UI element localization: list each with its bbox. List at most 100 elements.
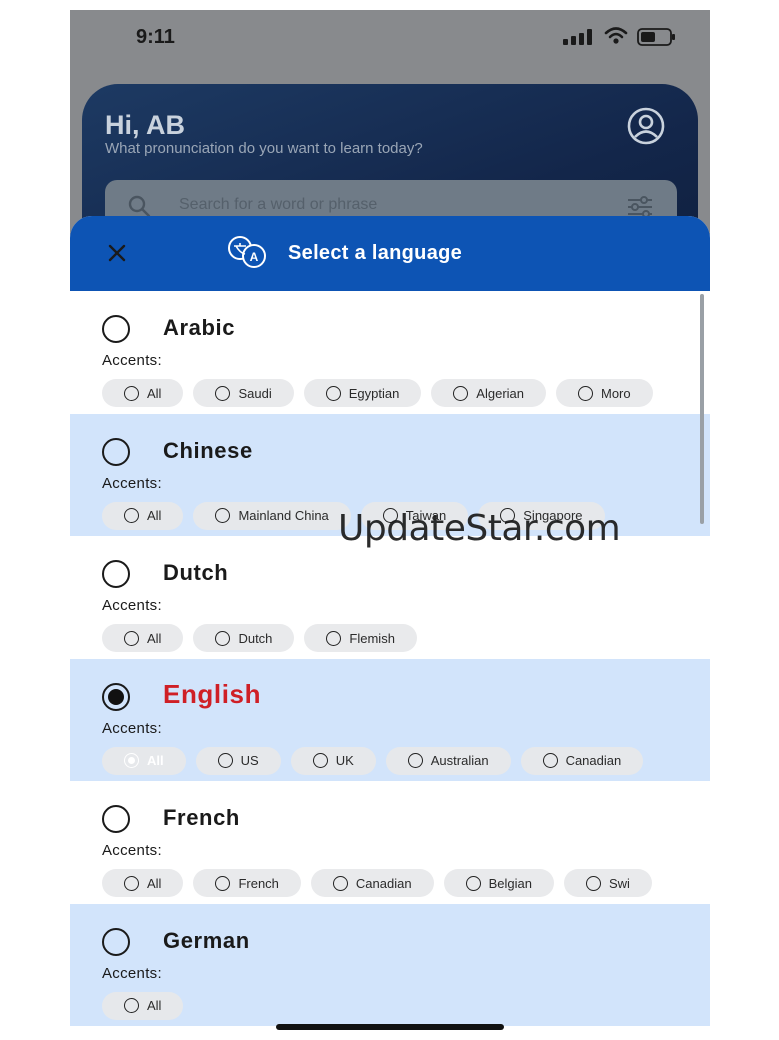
accent-chip-label: Dutch <box>238 630 273 646</box>
accent-radio-icon <box>326 630 342 646</box>
watermark: UpdateStar.com <box>338 508 621 549</box>
accent-chip-label: Algerian <box>476 385 524 401</box>
language-radio[interactable] <box>102 682 130 711</box>
accent-chip-label: All <box>147 385 162 401</box>
accent-chip[interactable]: All <box>102 379 184 407</box>
accent-chip-label: Egyptian <box>348 385 400 401</box>
profile-icon[interactable] <box>626 106 666 146</box>
accent-radio-icon <box>585 875 601 891</box>
accent-chip[interactable]: Swi <box>563 869 652 897</box>
language-list: Arabic Accents: All Saudi Egyptian Algerian Mo… <box>70 291 710 1026</box>
accent-radio-icon <box>453 385 469 401</box>
language-name: Dutch <box>163 560 229 585</box>
language-radio[interactable] <box>102 560 130 588</box>
scrollbar[interactable] <box>700 294 704 524</box>
accents-label: Accents: <box>102 964 162 982</box>
accent-radio-icon <box>325 385 341 401</box>
accent-radio-icon <box>124 630 139 646</box>
accent-radio-icon <box>215 508 231 523</box>
filter-icon[interactable] <box>627 196 653 218</box>
home-indicator[interactable] <box>276 1024 504 1030</box>
phone-screen: 9:11 Hi, AB What pronunciation do you wa… <box>70 10 710 1040</box>
language-item[interactable]: French Accents: All French Canadian Belgian Sw… <box>70 781 710 904</box>
language-item[interactable]: English Accents: All US UK Australian Canadian <box>70 658 710 781</box>
accent-radio-icon <box>124 875 139 891</box>
language-radio[interactable] <box>102 437 130 466</box>
accent-chip-label: All <box>147 630 162 646</box>
accent-chip-label: Canadian <box>565 753 622 768</box>
accent-chip[interactable]: All <box>102 869 184 897</box>
accent-radio-icon <box>124 753 139 768</box>
accent-chip[interactable]: Belgian <box>443 869 554 897</box>
accent-chip[interactable]: French <box>193 869 301 897</box>
accent-chip-row: All Dutch Flemish <box>102 624 694 654</box>
accent-chip-label: Mainland China <box>238 508 329 523</box>
language-item[interactable]: German Accents: All <box>70 903 710 1026</box>
accent-chip-row: All <box>102 991 694 1022</box>
accent-chip[interactable]: All <box>102 991 184 1020</box>
accent-chip-label: Australian <box>430 753 489 768</box>
greeting-title: Hi, AB <box>105 110 185 140</box>
accents-label: Accents: <box>102 352 162 369</box>
accent-chip[interactable]: Moro <box>556 379 653 407</box>
close-icon[interactable] <box>104 240 130 266</box>
accent-radio-icon <box>124 385 139 401</box>
accent-chip[interactable]: Egyptian <box>303 379 422 407</box>
language-item[interactable]: Arabic Accents: All Saudi Egyptian Algerian Mo… <box>70 291 710 414</box>
accents-label: Accents: <box>102 842 162 859</box>
accent-chip-label: Canadian <box>355 875 412 891</box>
accent-radio-icon <box>215 875 231 891</box>
accent-chip[interactable]: Saudi <box>193 379 294 407</box>
accent-radio-icon <box>312 753 328 768</box>
accent-chip[interactable]: Dutch <box>193 624 295 652</box>
accent-chip-label: French <box>238 875 279 891</box>
accent-chip-row: All French Canadian Belgian Swi <box>102 869 694 899</box>
signal-icon <box>563 29 592 45</box>
accent-chip[interactable]: UK <box>290 746 376 775</box>
accent-chip-label: US <box>240 753 259 768</box>
status-time: 9:11 <box>136 26 175 48</box>
accent-radio-icon <box>542 753 558 768</box>
accent-radio-icon <box>124 998 139 1013</box>
accent-chip-label: Flemish <box>349 630 395 646</box>
sheet-header: A Select a language <box>70 216 710 291</box>
accent-chip[interactable]: Algerian <box>431 379 546 407</box>
translate-icon: A <box>228 236 266 268</box>
accent-chip[interactable]: All <box>102 746 186 775</box>
language-item[interactable]: Dutch Accents: All Dutch Flemish <box>70 536 710 659</box>
accents-label: Accents: <box>102 597 162 614</box>
accent-radio-icon <box>215 630 231 646</box>
language-radio[interactable] <box>102 927 130 956</box>
accent-radio-icon <box>578 385 593 401</box>
accent-chip-label: Moro <box>601 385 631 401</box>
language-name: Chinese <box>163 437 253 463</box>
accent-radio-icon <box>407 753 423 768</box>
accent-chip-row: All Saudi Egyptian Algerian Moro <box>102 379 694 409</box>
accent-chip[interactable]: Canadian <box>310 869 434 897</box>
sheet-title: Select a language <box>288 242 463 264</box>
greeting-subtitle: What pronunciation do you want to learn … <box>105 140 423 157</box>
accent-chip-label: All <box>147 508 162 523</box>
language-radio[interactable] <box>102 805 130 833</box>
language-radio[interactable] <box>102 315 130 343</box>
accent-chip[interactable]: US <box>195 746 281 775</box>
accent-chip[interactable]: Australian <box>385 746 511 775</box>
accent-chip[interactable]: Mainland China <box>193 501 351 530</box>
accent-chip[interactable]: Canadian <box>520 746 644 775</box>
status-bar: 9:11 <box>70 10 710 66</box>
language-sheet: A Select a language Arabic Accents: All Sau… <box>70 216 710 1040</box>
accent-chip[interactable]: All <box>102 501 184 530</box>
wifi-icon <box>604 27 628 44</box>
language-name: German <box>163 927 250 953</box>
accent-chip[interactable]: All <box>102 624 184 652</box>
accent-radio-icon <box>215 385 231 401</box>
accent-radio-icon <box>217 753 233 768</box>
accents-label: Accents: <box>102 719 162 737</box>
language-name: Arabic <box>163 315 236 340</box>
accent-chip[interactable]: Flemish <box>304 624 417 652</box>
accent-radio-icon <box>332 875 348 891</box>
language-name: French <box>163 805 240 830</box>
accent-chip-label: Saudi <box>238 385 272 401</box>
accent-radio-icon <box>465 875 481 891</box>
svg-text:A: A <box>250 250 259 264</box>
